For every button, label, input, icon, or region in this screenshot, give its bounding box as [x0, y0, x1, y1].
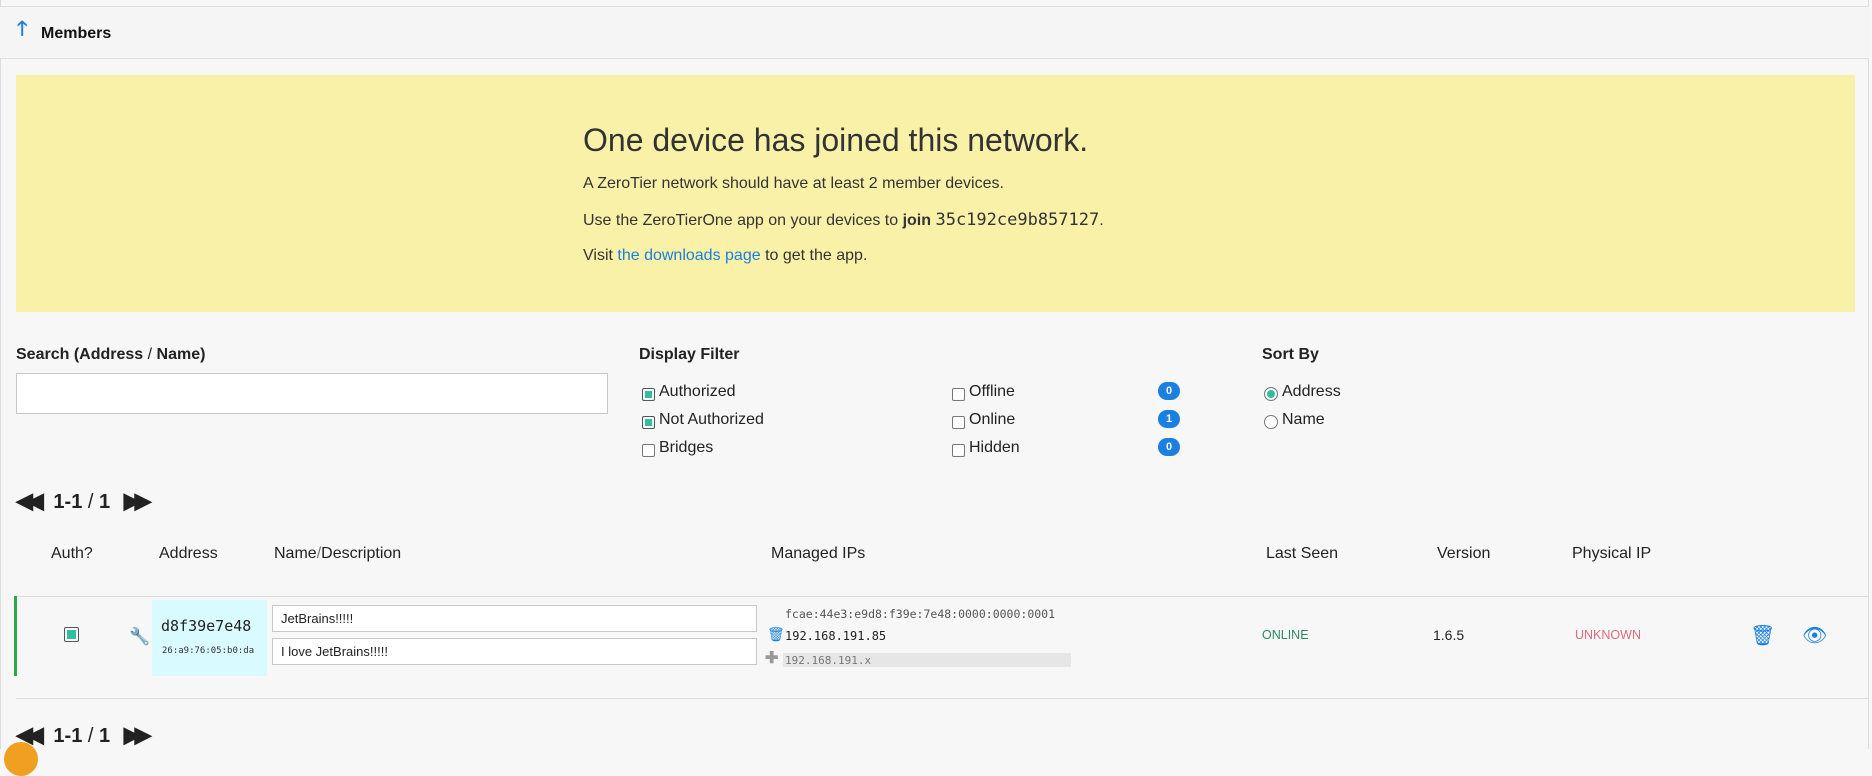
search-label-address: Search (Address — [16, 346, 144, 363]
join-notice: One device has joined this network. A Ze… — [16, 75, 1855, 312]
floating-action-button[interactable] — [4, 742, 38, 776]
col-address[interactable]: Address — [159, 545, 218, 563]
search-label-name: Name) — [156, 346, 206, 363]
col-managed-ips: Managed IPs — [771, 545, 866, 562]
member-physical-ip: UNKNOWN — [1575, 628, 1641, 642]
notice-line-1: A ZeroTier network should have at least … — [583, 175, 1004, 192]
notice-line-3-suffix: to get the app. — [765, 247, 868, 264]
col-auth[interactable]: Auth? — [51, 545, 93, 563]
col-name[interactable]: Name — [274, 545, 317, 562]
search-label-slash: / — [147, 346, 153, 363]
member-address-cell: d8f39e7e48 26:a9:76:05:b0:da — [152, 600, 267, 676]
filter-offline-checkbox[interactable] — [952, 388, 965, 401]
pager-slash: / — [87, 725, 94, 747]
sort-address-label: Address — [1282, 383, 1341, 400]
member-name-input[interactable] — [272, 605, 757, 632]
filter-hidden-label: Hidden — [969, 439, 1020, 456]
notice-line-3: Visit the downloads page to get the app. — [583, 247, 867, 265]
pager-text: 1-1 / 1 — [53, 491, 110, 513]
pager-total: 1 — [99, 725, 111, 747]
notice-line-2-suffix: . — [1099, 212, 1104, 229]
notice-line-2: Use the ZeroTierOne app on your devices … — [583, 210, 1104, 230]
double-chevron-right-icon[interactable]: ▶▶ — [124, 488, 152, 513]
filter-authorized-checkbox[interactable] — [642, 388, 655, 401]
filter-hidden-checkbox[interactable] — [952, 444, 965, 457]
pager-bottom: ◀◀ 1-1 / 1 ▶▶ — [16, 722, 152, 748]
col-last-seen: Last Seen — [1266, 545, 1339, 562]
sort-name-radio[interactable] — [1264, 415, 1278, 429]
col-physical-ip: Physical IP — [1572, 545, 1652, 562]
plus-icon[interactable]: ✚ — [765, 648, 778, 668]
member-mac: 26:a9:76:05:b0:da — [162, 646, 255, 656]
filter-online-label: Online — [969, 411, 1016, 428]
pager-top: ◀◀ 1-1 / 1 ▶▶ — [16, 488, 152, 514]
notice-headline: One device has joined this network. — [583, 122, 1089, 158]
notice-line-2-prefix: Use the ZeroTierOne app on your devices … — [583, 212, 899, 229]
double-chevron-right-icon[interactable]: ▶▶ — [124, 722, 152, 747]
pager-range: 1-1 — [53, 725, 83, 747]
filter-bridges-checkbox[interactable] — [642, 444, 655, 457]
delete-member-trash-icon[interactable]: 🗑 — [1750, 623, 1775, 648]
search-input[interactable] — [16, 373, 608, 414]
member-ipv4: 192.168.191.85 — [785, 629, 887, 643]
member-ipv6: fcae:44e3:e9d8:f39e:7e48:0000:0000:0001 — [785, 607, 1056, 621]
hidden-count-badge: 0 — [1158, 438, 1180, 456]
filter-not-authorized-checkbox[interactable] — [642, 416, 655, 429]
member-status: ONLINE — [1262, 628, 1309, 642]
pager-slash: / — [87, 491, 94, 513]
filter-offline-label: Offline — [969, 383, 1015, 400]
eye-slash-icon[interactable]: 👁 — [1802, 623, 1827, 648]
display-filter-label: Display Filter — [639, 346, 740, 363]
member-auth-checkbox[interactable] — [64, 627, 79, 642]
sort-name-label: Name — [1282, 411, 1325, 428]
members-section-header[interactable]: 🡑 Members — [0, 6, 1869, 59]
col-description[interactable]: Description — [321, 545, 401, 562]
wrench-icon[interactable]: 🔧 — [129, 627, 150, 647]
member-version: 1.6.5 — [1433, 627, 1465, 643]
network-id: 35c192ce9b857127 — [935, 210, 1100, 230]
row-status-accent — [14, 596, 17, 676]
new-ip-input[interactable] — [783, 653, 1071, 667]
row-divider-bottom — [16, 698, 1869, 699]
col-version: Version — [1437, 545, 1491, 562]
sort-by-label: Sort By — [1262, 346, 1319, 363]
search-label: Search (Address / Name) — [16, 346, 205, 364]
sort-address-radio[interactable] — [1264, 387, 1278, 401]
notice-line-3-prefix: Visit — [583, 247, 613, 264]
row-divider-top — [16, 596, 1869, 597]
online-count-badge: 1 — [1158, 410, 1180, 428]
filter-authorized-label: Authorized — [659, 383, 736, 400]
col-name-description[interactable]: Name/Description — [274, 545, 401, 563]
filter-online-checkbox[interactable] — [952, 416, 965, 429]
offline-count-badge: 0 — [1158, 382, 1180, 400]
member-address: d8f39e7e48 — [161, 617, 252, 635]
arrow-up-icon[interactable]: 🡑 — [17, 19, 27, 39]
filter-not-authorized-label: Not Authorized — [659, 411, 764, 428]
trash-icon[interactable]: 🗑 — [767, 626, 785, 643]
member-description-input[interactable] — [272, 638, 757, 665]
pager-total: 1 — [99, 491, 111, 513]
section-title: Members — [41, 25, 112, 42]
double-chevron-left-icon[interactable]: ◀◀ — [16, 488, 44, 513]
filter-bridges-label: Bridges — [659, 439, 714, 456]
downloads-link[interactable]: the downloads page — [617, 247, 760, 264]
pager-range: 1-1 — [53, 491, 83, 513]
notice-join-word: join — [902, 212, 932, 229]
pager-text: 1-1 / 1 — [53, 725, 110, 747]
